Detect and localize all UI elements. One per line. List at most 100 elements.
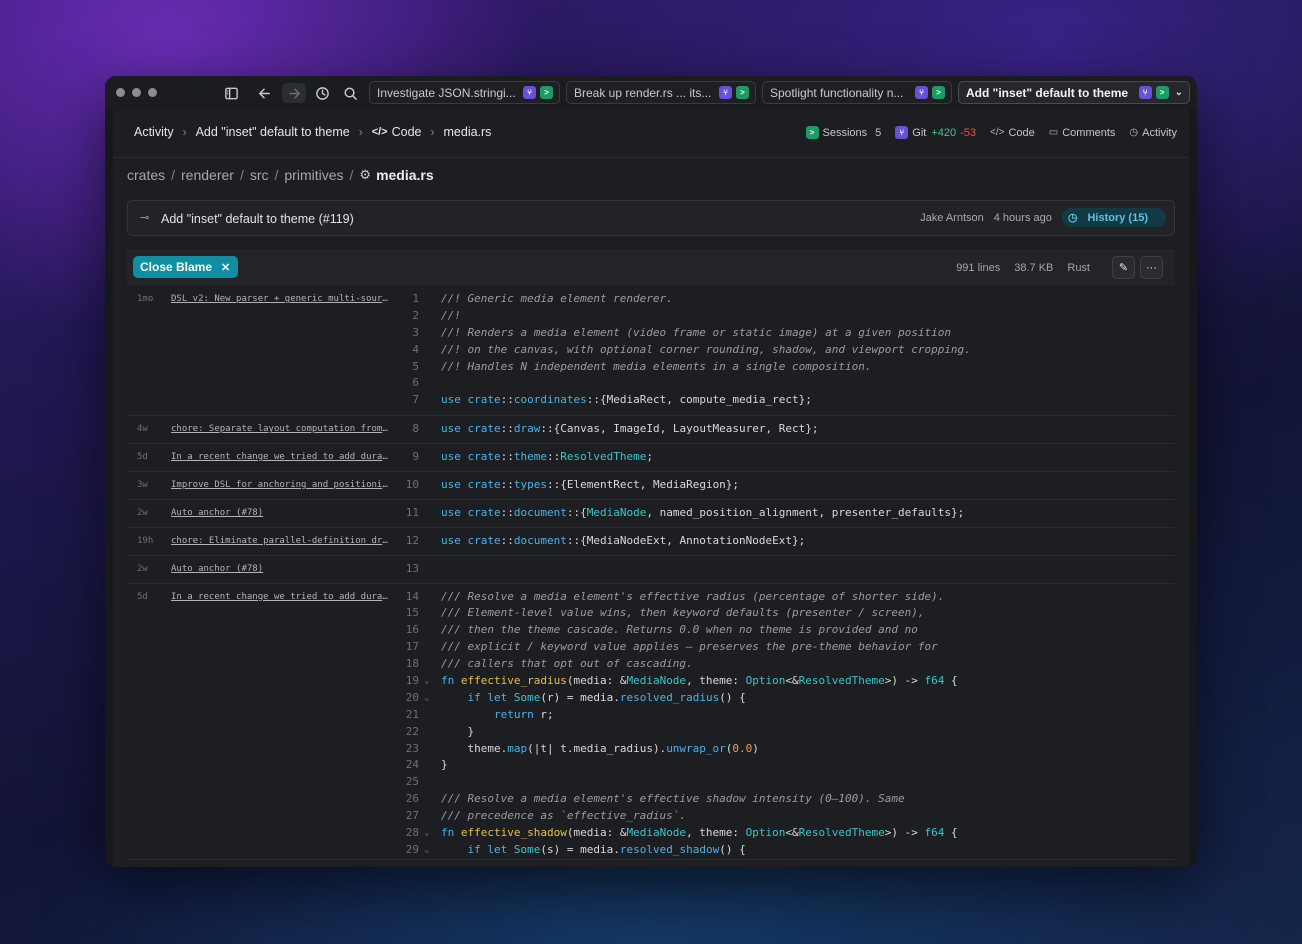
code-text: use crate::document::{MediaNodeExt, Anno… [441, 533, 806, 547]
code-icon: </> [371, 126, 388, 138]
path-segment[interactable]: crates [127, 167, 165, 183]
code-line: 2 //! [127, 308, 1175, 325]
code-text: /// callers that opt out of cascading. [441, 657, 693, 671]
line-number[interactable]: 3 [389, 325, 419, 342]
code-text: /// Resolve a media element's effective … [441, 792, 905, 806]
tab-break-up-render[interactable]: Break up render.rs ... its... ⑂ > [566, 81, 756, 104]
chevron-right-icon: › [430, 125, 435, 139]
line-number[interactable]: 7 [389, 392, 419, 409]
path-segment[interactable]: renderer [181, 167, 234, 183]
line-number[interactable]: 21 [389, 707, 419, 724]
line-number[interactable]: 23 [389, 741, 419, 758]
code-link[interactable]: </> Code [990, 127, 1035, 139]
line-number[interactable]: 19 [389, 673, 419, 690]
line-number[interactable]: 12 [389, 533, 419, 550]
line-number[interactable]: 1 [389, 291, 419, 308]
chevron-down-icon[interactable]: ⌄ [1175, 87, 1183, 98]
code-text: } [441, 724, 475, 738]
comments-link[interactable]: ▭ Comments [1049, 127, 1116, 139]
line-number[interactable]: 26 [389, 791, 419, 808]
fold-chevron-icon[interactable]: ⌄ [424, 825, 429, 842]
close-blame-button[interactable]: Close Blame ✕ [133, 256, 239, 278]
line-number[interactable]: 13 [389, 561, 419, 578]
git-link[interactable]: ⑂ Git +420 -53 [895, 126, 976, 139]
path-segment[interactable]: src [250, 167, 269, 183]
git-branch-icon: ⑂ [523, 86, 536, 99]
search-icon[interactable] [340, 83, 360, 103]
line-number[interactable]: 2 [389, 308, 419, 325]
line-number[interactable]: 10 [389, 477, 419, 494]
code-line: 16 /// then the theme cascade. Returns 0.… [127, 622, 1175, 639]
code-text: return r; [493, 707, 554, 721]
commit-message[interactable]: Add "inset" default to theme (#119) [161, 212, 354, 226]
crumb-activity[interactable]: Activity [134, 125, 174, 139]
line-number[interactable]: 22 [389, 724, 419, 741]
code-line: 25 [127, 774, 1175, 791]
line-number[interactable]: 27 [389, 808, 419, 825]
git-branch-icon: ⑂ [915, 86, 928, 99]
minimize-window-button[interactable] [132, 88, 141, 97]
crumb-file[interactable]: media.rs [444, 125, 492, 139]
forward-arrow-icon[interactable] [282, 83, 306, 103]
code-line: 27 /// precedence as `effective_radius`. [127, 808, 1175, 825]
line-number[interactable]: 28 [389, 825, 419, 842]
line-number[interactable]: 6 [389, 375, 419, 392]
path-segment[interactable]: primitives [284, 167, 343, 183]
line-number[interactable]: 20 [389, 690, 419, 707]
code-line: 9 use crate::theme::ResolvedTheme; [127, 449, 1175, 466]
code-line: 7 use crate::coordinates::{MediaRect, com… [127, 392, 1175, 409]
path-separator: / [274, 167, 279, 183]
sidebar-toggle-icon[interactable] [221, 83, 241, 103]
terminal-icon: > [736, 86, 749, 99]
back-arrow-icon[interactable] [254, 83, 274, 103]
code-line: 20 ⌄ if let Some(r) = media.resolved_radi… [127, 690, 1175, 707]
line-number[interactable]: 29 [389, 842, 419, 859]
more-icon[interactable]: ··· [1140, 256, 1163, 279]
fold-chevron-icon[interactable]: ⌄ [424, 673, 429, 690]
line-count: 991 lines [956, 261, 1001, 274]
sessions-link[interactable]: > Sessions 5 [805, 126, 882, 139]
fold-chevron-icon[interactable]: ⌄ [424, 842, 429, 859]
line-number[interactable]: 17 [389, 639, 419, 656]
code-line: 26 /// Resolve a media element's effectiv… [127, 791, 1175, 808]
tab-investigate-json[interactable]: Investigate JSON.stringi... ⑂ > [369, 81, 560, 104]
code-text: } [441, 758, 448, 772]
zoom-window-button[interactable] [148, 88, 157, 97]
edit-icon[interactable]: ✎ [1112, 256, 1135, 279]
line-number[interactable]: 25 [389, 774, 419, 791]
git-branch-icon: ⑂ [719, 86, 732, 99]
line-number[interactable]: 18 [389, 656, 419, 673]
code-text: //! [441, 308, 461, 322]
close-window-button[interactable] [116, 88, 125, 97]
code-line: 24} [127, 757, 1175, 774]
sessions-label: Sessions [822, 126, 868, 139]
tab-add-inset-default[interactable]: Add "inset" default to theme ⑂ > ⌄ [958, 81, 1190, 104]
code-line: 4 //! on the canvas, with optional corner… [127, 342, 1175, 359]
main-content: Activity › Add "inset" default to theme … [113, 109, 1189, 867]
line-number[interactable]: 14 [389, 589, 419, 606]
terminal-icon: > [805, 126, 819, 139]
line-number[interactable]: 9 [389, 449, 419, 466]
history-clock-icon[interactable] [312, 83, 332, 103]
line-number[interactable]: 11 [389, 505, 419, 522]
crumb-task[interactable]: Add "inset" default to theme [196, 125, 350, 139]
crumb-code[interactable]: Code [392, 125, 422, 139]
code-text: if let Some(r) = media.resolved_radius()… [467, 690, 746, 704]
commit-icon: ⊸ [140, 212, 150, 224]
tab-spotlight-functionality[interactable]: Spotlight functionality n... ⑂ > [762, 81, 952, 104]
sessions-count: 5 [875, 126, 882, 139]
code-text: /// Resolve a media element's effective … [441, 589, 945, 603]
history-button[interactable]: ◷ History (15) [1061, 208, 1166, 227]
line-number[interactable]: 5 [389, 359, 419, 376]
line-number[interactable]: 24 [389, 757, 419, 774]
code-line: 12 use crate::document::{MediaNodeExt, An… [127, 533, 1175, 550]
fold-chevron-icon[interactable]: ⌄ [424, 690, 429, 707]
code-icon: </> [990, 127, 1005, 138]
activity-link[interactable]: ◷ Activity [1129, 127, 1177, 139]
activity-label: Activity [1142, 126, 1177, 139]
line-number[interactable]: 15 [389, 605, 419, 622]
line-number[interactable]: 4 [389, 342, 419, 359]
line-number[interactable]: 16 [389, 622, 419, 639]
chevron-right-icon: › [182, 125, 187, 139]
line-number[interactable]: 8 [389, 421, 419, 438]
